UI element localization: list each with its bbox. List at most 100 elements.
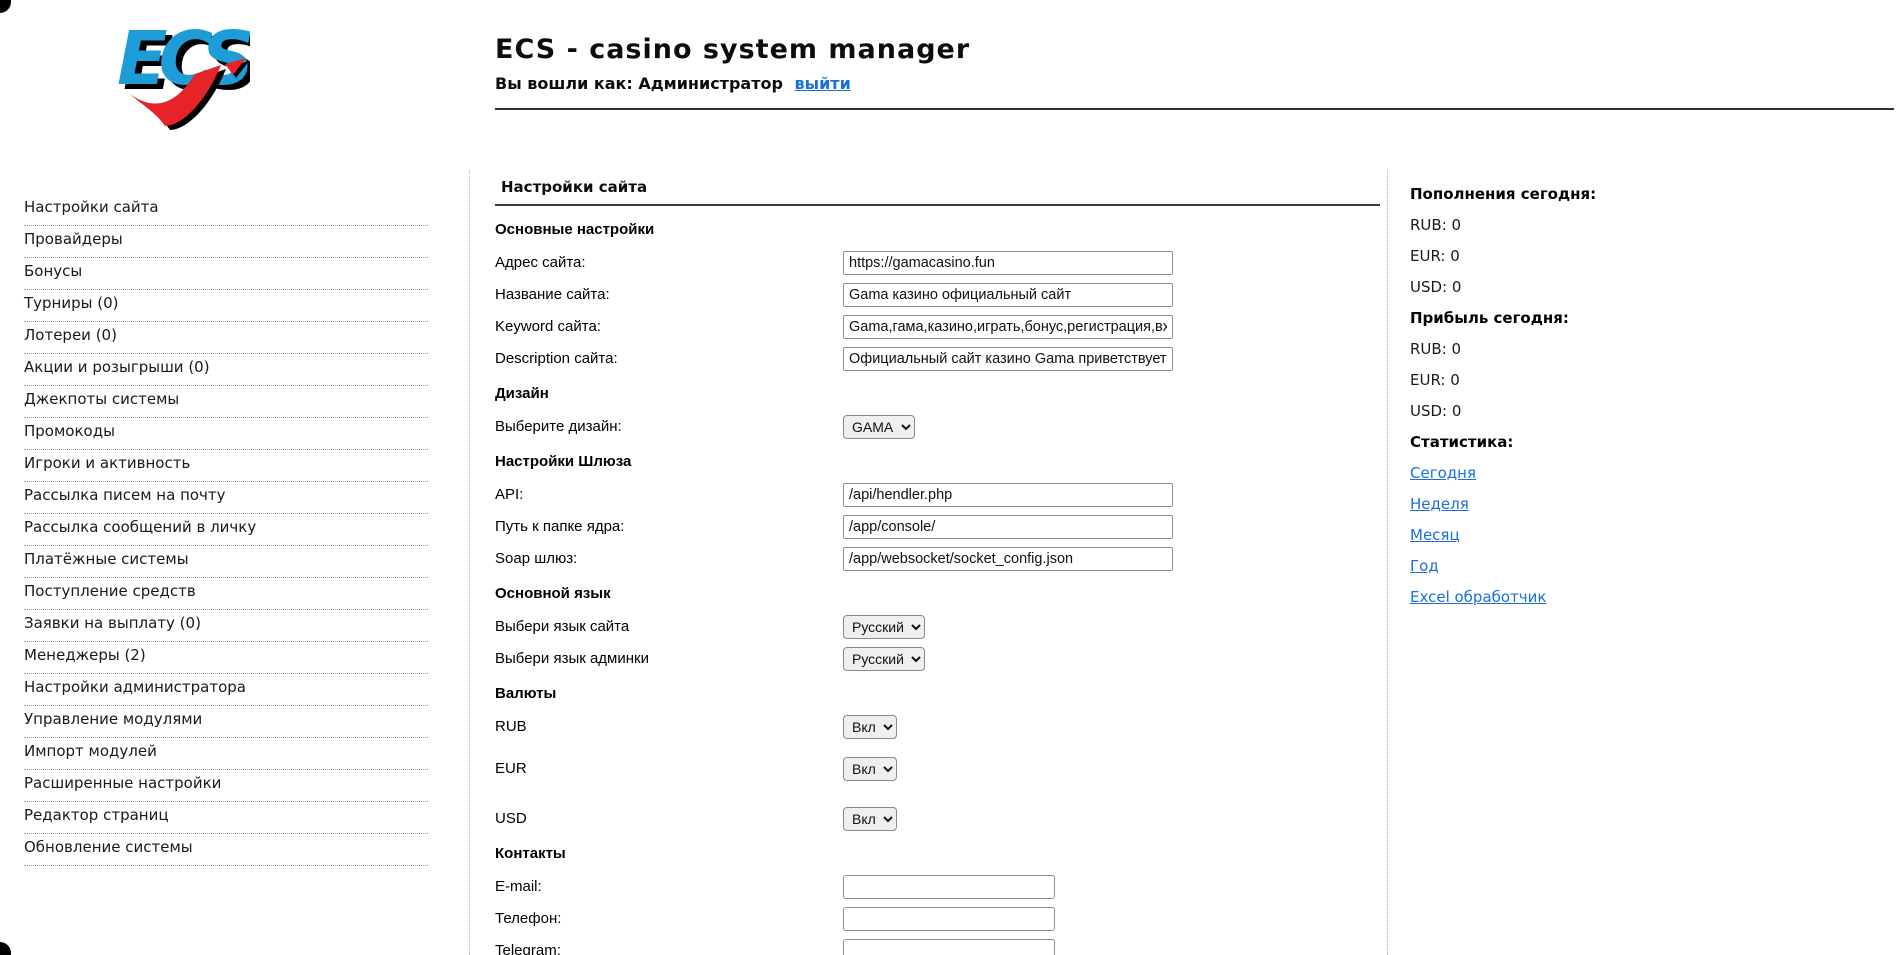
stats-link[interactable]: Excel обработчик (1410, 588, 1546, 606)
field-label: Выберите дизайн: (495, 418, 843, 435)
field-label: Путь к папке ядра: (495, 518, 843, 535)
stat-value: USD: 0 (1410, 402, 1830, 421)
sidebar-item[interactable]: Заявки на выплату (0) (24, 610, 428, 642)
field-label: Keyword сайта: (495, 318, 843, 335)
form-section-heading: Дизайн (495, 385, 1380, 402)
telegram-input[interactable] (843, 939, 1055, 955)
form-row: Telegram: (495, 939, 1380, 955)
currency-usd-select[interactable]: Вкл (843, 807, 897, 831)
sidebar-item[interactable]: Импорт модулей (24, 738, 428, 770)
stats-link[interactable]: Неделя (1410, 495, 1469, 513)
form-row: RUBВкл (495, 715, 1380, 738)
sidebar-item[interactable]: Настройки сайта (24, 194, 428, 226)
deposits-today-title: Пополнения сегодня: (1410, 185, 1830, 204)
currency-eur-select[interactable]: Вкл (843, 757, 897, 781)
sidebar-item[interactable]: Платёжные системы (24, 546, 428, 578)
form-row: Description сайта: (495, 347, 1380, 370)
sidebar-item[interactable]: Игроки и активность (24, 450, 428, 482)
form-section-heading: Настройки Шлюза (495, 453, 1380, 470)
sidebar: Настройки сайтаПровайдерыБонусыТурниры (… (24, 194, 428, 866)
form-row: Keyword сайта: (495, 315, 1380, 338)
sidebar-item[interactable]: Управление модулями (24, 706, 428, 738)
form-row: Soap шлюз: (495, 547, 1380, 570)
form-row: Путь к папке ядра: (495, 515, 1380, 538)
stat-value: RUB: 0 (1410, 340, 1830, 359)
form-section-heading: Валюты (495, 685, 1380, 702)
site-name-input[interactable] (843, 283, 1173, 307)
form-row: Выбери язык сайтаРусский (495, 615, 1380, 638)
field-label: RUB (495, 718, 843, 735)
stat-value: EUR: 0 (1410, 371, 1830, 390)
form-section-heading: Основные настройки (495, 221, 1380, 238)
sidebar-item[interactable]: Редактор страниц (24, 802, 428, 834)
login-status: Вы вошли как: Администратор выйти (495, 74, 970, 93)
sidebar-item[interactable]: Рассылка сообщений в личку (24, 514, 428, 546)
form-row: Выберите дизайн:GAMA (495, 415, 1380, 438)
content-title: Настройки сайта (501, 178, 1380, 196)
svg-text:ECS: ECS (117, 16, 250, 102)
currency-rub-select[interactable]: Вкл (843, 715, 897, 739)
stats-link[interactable]: Месяц (1410, 526, 1460, 544)
core-path-input[interactable] (843, 515, 1173, 539)
field-label: Выбери язык админки (495, 650, 843, 667)
sidebar-item[interactable]: Промокоды (24, 418, 428, 450)
sidebar-item[interactable]: Менеджеры (2) (24, 642, 428, 674)
window-corner-top-left (0, 0, 11, 13)
deposits-today-values: RUB: 0EUR: 0USD: 0 (1410, 216, 1830, 297)
field-label: Выбери язык сайта (495, 618, 843, 635)
form-row: Адрес сайта: (495, 251, 1380, 274)
field-label: USD (495, 810, 843, 827)
stats-panel: Пополнения сегодня: RUB: 0 EUR: 0 USD: 0 П… (1410, 185, 1830, 619)
site-keyword-input[interactable] (843, 315, 1173, 339)
form-row: API: (495, 483, 1380, 506)
field-label: Адрес сайта: (495, 254, 843, 271)
field-label: Название сайта: (495, 286, 843, 303)
sidebar-item[interactable]: Поступление средств (24, 578, 428, 610)
sidebar-item[interactable]: Лотереи (0) (24, 322, 428, 354)
sidebar-item[interactable]: Джекпоты системы (24, 386, 428, 418)
form-row: USDВкл (495, 807, 1380, 830)
field-label: EUR (495, 760, 843, 777)
profit-today-values: RUB: 0 EUR: 0 USD: 0 (1410, 340, 1830, 421)
sidebar-item[interactable]: Настройки администратора (24, 674, 428, 706)
main-content: Настройки сайта Основные настройки Адрес … (495, 178, 1380, 955)
stat-value: RUB: 0 (1410, 216, 1830, 235)
form-row: Телефон: (495, 907, 1380, 930)
stats-link[interactable]: Сегодня (1410, 464, 1476, 482)
admin-language-select[interactable]: Русский (843, 647, 925, 671)
stat-value: USD: 0 (1410, 278, 1830, 297)
sidebar-item[interactable]: Расширенные настройки (24, 770, 428, 802)
sidebar-item[interactable]: Провайдеры (24, 226, 428, 258)
sidebar-item[interactable]: Обновление системы (24, 834, 428, 866)
content-title-divider (495, 204, 1380, 206)
site-language-select[interactable]: Русский (843, 615, 925, 639)
sidebar-item[interactable]: Акции и розыгрыши (0) (24, 354, 428, 386)
field-label: Телефон: (495, 910, 843, 927)
divider-main-stats (1387, 170, 1388, 955)
sidebar-item[interactable]: Бонусы (24, 258, 428, 290)
logout-link[interactable]: выйти (795, 74, 851, 93)
ecs-admin-page: ECS ECS ECS - casino system manager Вы в… (0, 0, 1903, 955)
page-title: ECS - casino system manager (495, 34, 970, 65)
site-settings-form: Основные настройки Адрес сайта: Название с… (495, 221, 1380, 955)
statistics-links: Сегодня Неделя Месяц Год Excel обработчик (1410, 464, 1830, 607)
api-input[interactable] (843, 483, 1173, 507)
site-description-input[interactable] (843, 347, 1173, 371)
email-input[interactable] (843, 875, 1055, 899)
window-corner-bottom-left (0, 942, 11, 955)
form-section-heading: Основной язык (495, 585, 1380, 602)
divider-sidebar-main (469, 170, 470, 955)
design-select[interactable]: GAMA (843, 415, 915, 439)
form-row: Выбери язык админкиРусский (495, 647, 1380, 670)
form-row: Название сайта: (495, 283, 1380, 306)
sidebar-item[interactable]: Рассылка писем на почту (24, 482, 428, 514)
sidebar-item[interactable]: Турниры (0) (24, 290, 428, 322)
profit-today-title: Прибыль сегодня: (1410, 309, 1830, 328)
statistics-title: Статистика: (1410, 433, 1830, 452)
soap-gateway-input[interactable] (843, 547, 1173, 571)
form-row: E-mail: (495, 875, 1380, 898)
site-address-input[interactable] (843, 251, 1173, 275)
stats-link[interactable]: Год (1410, 557, 1439, 575)
phone-input[interactable] (843, 907, 1055, 931)
form-section-heading: Контакты (495, 845, 1380, 862)
